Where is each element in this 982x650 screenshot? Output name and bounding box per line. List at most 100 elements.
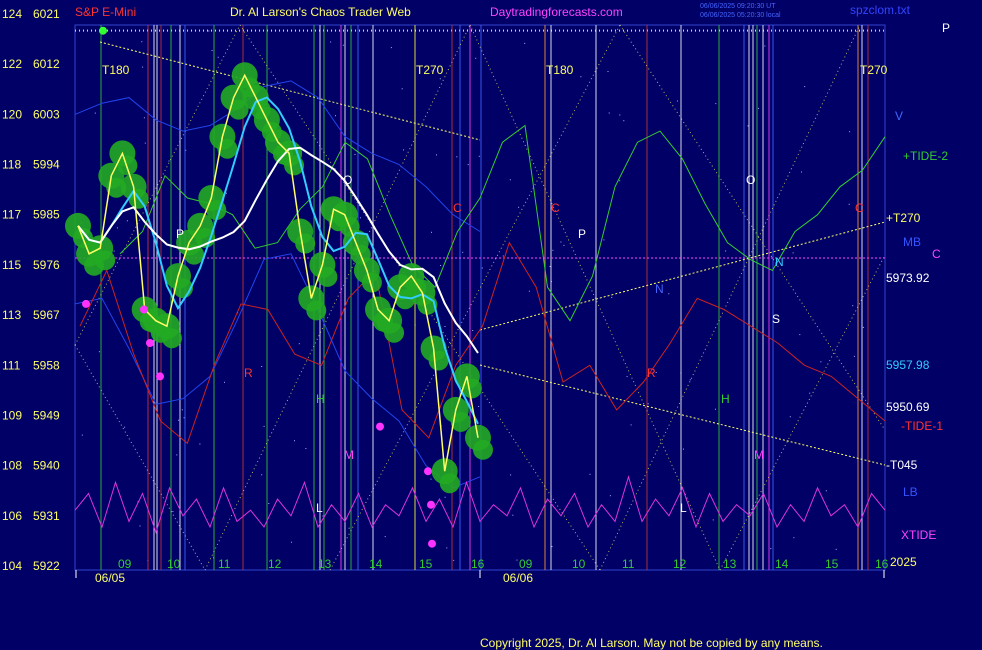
price-bubble <box>306 300 327 321</box>
star-dot <box>335 115 336 117</box>
star-dot <box>211 50 213 51</box>
annotation-letter: N <box>775 255 784 269</box>
star-dot <box>609 495 611 497</box>
y-tick-price: 5931 <box>33 509 60 523</box>
star-dot <box>478 406 480 407</box>
annotation-letter: P <box>578 227 586 241</box>
star-dot <box>549 266 551 267</box>
x-hour-label: 13 <box>723 557 737 571</box>
right-label: C <box>932 247 941 261</box>
y-tick-left: 109 <box>2 408 22 422</box>
x-hour-label: 16 <box>875 557 889 571</box>
star-dot <box>853 355 855 357</box>
star-dot <box>809 392 811 394</box>
right-label: -TIDE-1 <box>901 419 943 433</box>
star-dot <box>142 66 144 68</box>
right-label: P <box>942 21 950 35</box>
x-hour-label: 12 <box>673 557 687 571</box>
star-dot <box>481 267 483 269</box>
x-hour-label: 13 <box>318 557 332 571</box>
star-dot <box>528 290 530 292</box>
star-dot <box>820 361 822 363</box>
star-dot <box>626 376 628 378</box>
y-tick-price: 5976 <box>33 258 60 272</box>
y-tick-left: 115 <box>2 258 21 272</box>
annotation-letter: L <box>680 501 687 515</box>
star-dot <box>630 424 632 426</box>
price-bubble <box>473 439 493 460</box>
star-dot <box>453 559 455 561</box>
pivot-dot <box>82 299 90 308</box>
annotation-letter: O <box>343 173 352 187</box>
site-link[interactable]: Daytradingforecasts.com <box>490 5 623 19</box>
timestamp-local: 06/06/2025 05:20:30 local <box>700 12 781 19</box>
y-tick-price: 5949 <box>33 408 60 422</box>
x-date-label: 06/06 <box>503 571 533 585</box>
star-dot <box>712 519 714 521</box>
pivot-dot <box>156 372 164 381</box>
x-hour-label: 10 <box>572 557 586 571</box>
annotation-letter: R <box>647 366 656 380</box>
y-tick-left: 124 <box>2 7 22 21</box>
star-dot <box>862 326 864 328</box>
star-dot <box>116 227 118 229</box>
file-name: spzclom.txt <box>850 3 911 17</box>
star-dot <box>261 474 263 476</box>
y-tick-price: 6003 <box>33 107 60 121</box>
price-bubble <box>439 473 460 494</box>
star-dot <box>124 426 126 428</box>
star-dot <box>141 41 143 43</box>
star-dot <box>456 156 458 158</box>
price-bubble <box>161 328 182 349</box>
right-label: -T045 <box>886 458 918 472</box>
star-dot <box>478 155 480 157</box>
star-dot <box>510 474 512 476</box>
chaos-trader-chart: S&P E-Mini Dr. Al Larson's Chaos Trader … <box>0 0 982 650</box>
star-dot <box>524 42 526 44</box>
star-dot <box>225 192 227 194</box>
star-dot <box>94 112 96 114</box>
star-dot <box>715 408 716 410</box>
star-dot <box>183 417 185 419</box>
star-dot <box>764 45 766 47</box>
star-dot <box>647 403 649 405</box>
star-dot <box>126 220 128 222</box>
y-tick-left: 111 <box>2 358 21 372</box>
y-tick-left: 122 <box>2 57 22 71</box>
star-dot <box>799 334 801 336</box>
star-dot <box>430 478 432 480</box>
star-dot <box>603 239 605 241</box>
star-dot <box>268 503 270 504</box>
star-dot <box>176 454 178 456</box>
star-dot <box>144 142 146 144</box>
right-label: XTIDE <box>901 528 936 542</box>
star-dot <box>440 265 442 266</box>
star-dot <box>475 57 477 59</box>
annotation-letter: H <box>316 392 325 406</box>
pivot-dot <box>140 305 148 314</box>
annotation-letter: C <box>855 201 864 215</box>
star-dot <box>758 107 759 109</box>
star-dot <box>580 76 582 78</box>
pivot-dot <box>146 339 154 347</box>
y-tick-price: 5940 <box>33 459 60 473</box>
price-bubble <box>428 350 449 371</box>
star-dot <box>623 120 625 122</box>
star-dot <box>793 537 795 539</box>
y-tick-left: 120 <box>2 107 22 121</box>
star-dot <box>848 203 850 205</box>
star-dot <box>401 88 403 90</box>
star-dot <box>298 343 300 345</box>
x-hour-label: 15 <box>825 557 839 571</box>
pivot-dot <box>428 539 436 548</box>
right-label: MB <box>903 235 921 249</box>
cycle-label: T270 <box>860 63 888 77</box>
annotation-letter: L <box>316 501 323 515</box>
star-dot <box>655 372 657 373</box>
star-dot <box>560 241 562 243</box>
star-dot <box>563 244 565 246</box>
star-dot <box>689 379 691 381</box>
star-dot <box>224 381 225 383</box>
star-dot <box>551 546 553 548</box>
annotation-letter: P <box>176 227 184 241</box>
